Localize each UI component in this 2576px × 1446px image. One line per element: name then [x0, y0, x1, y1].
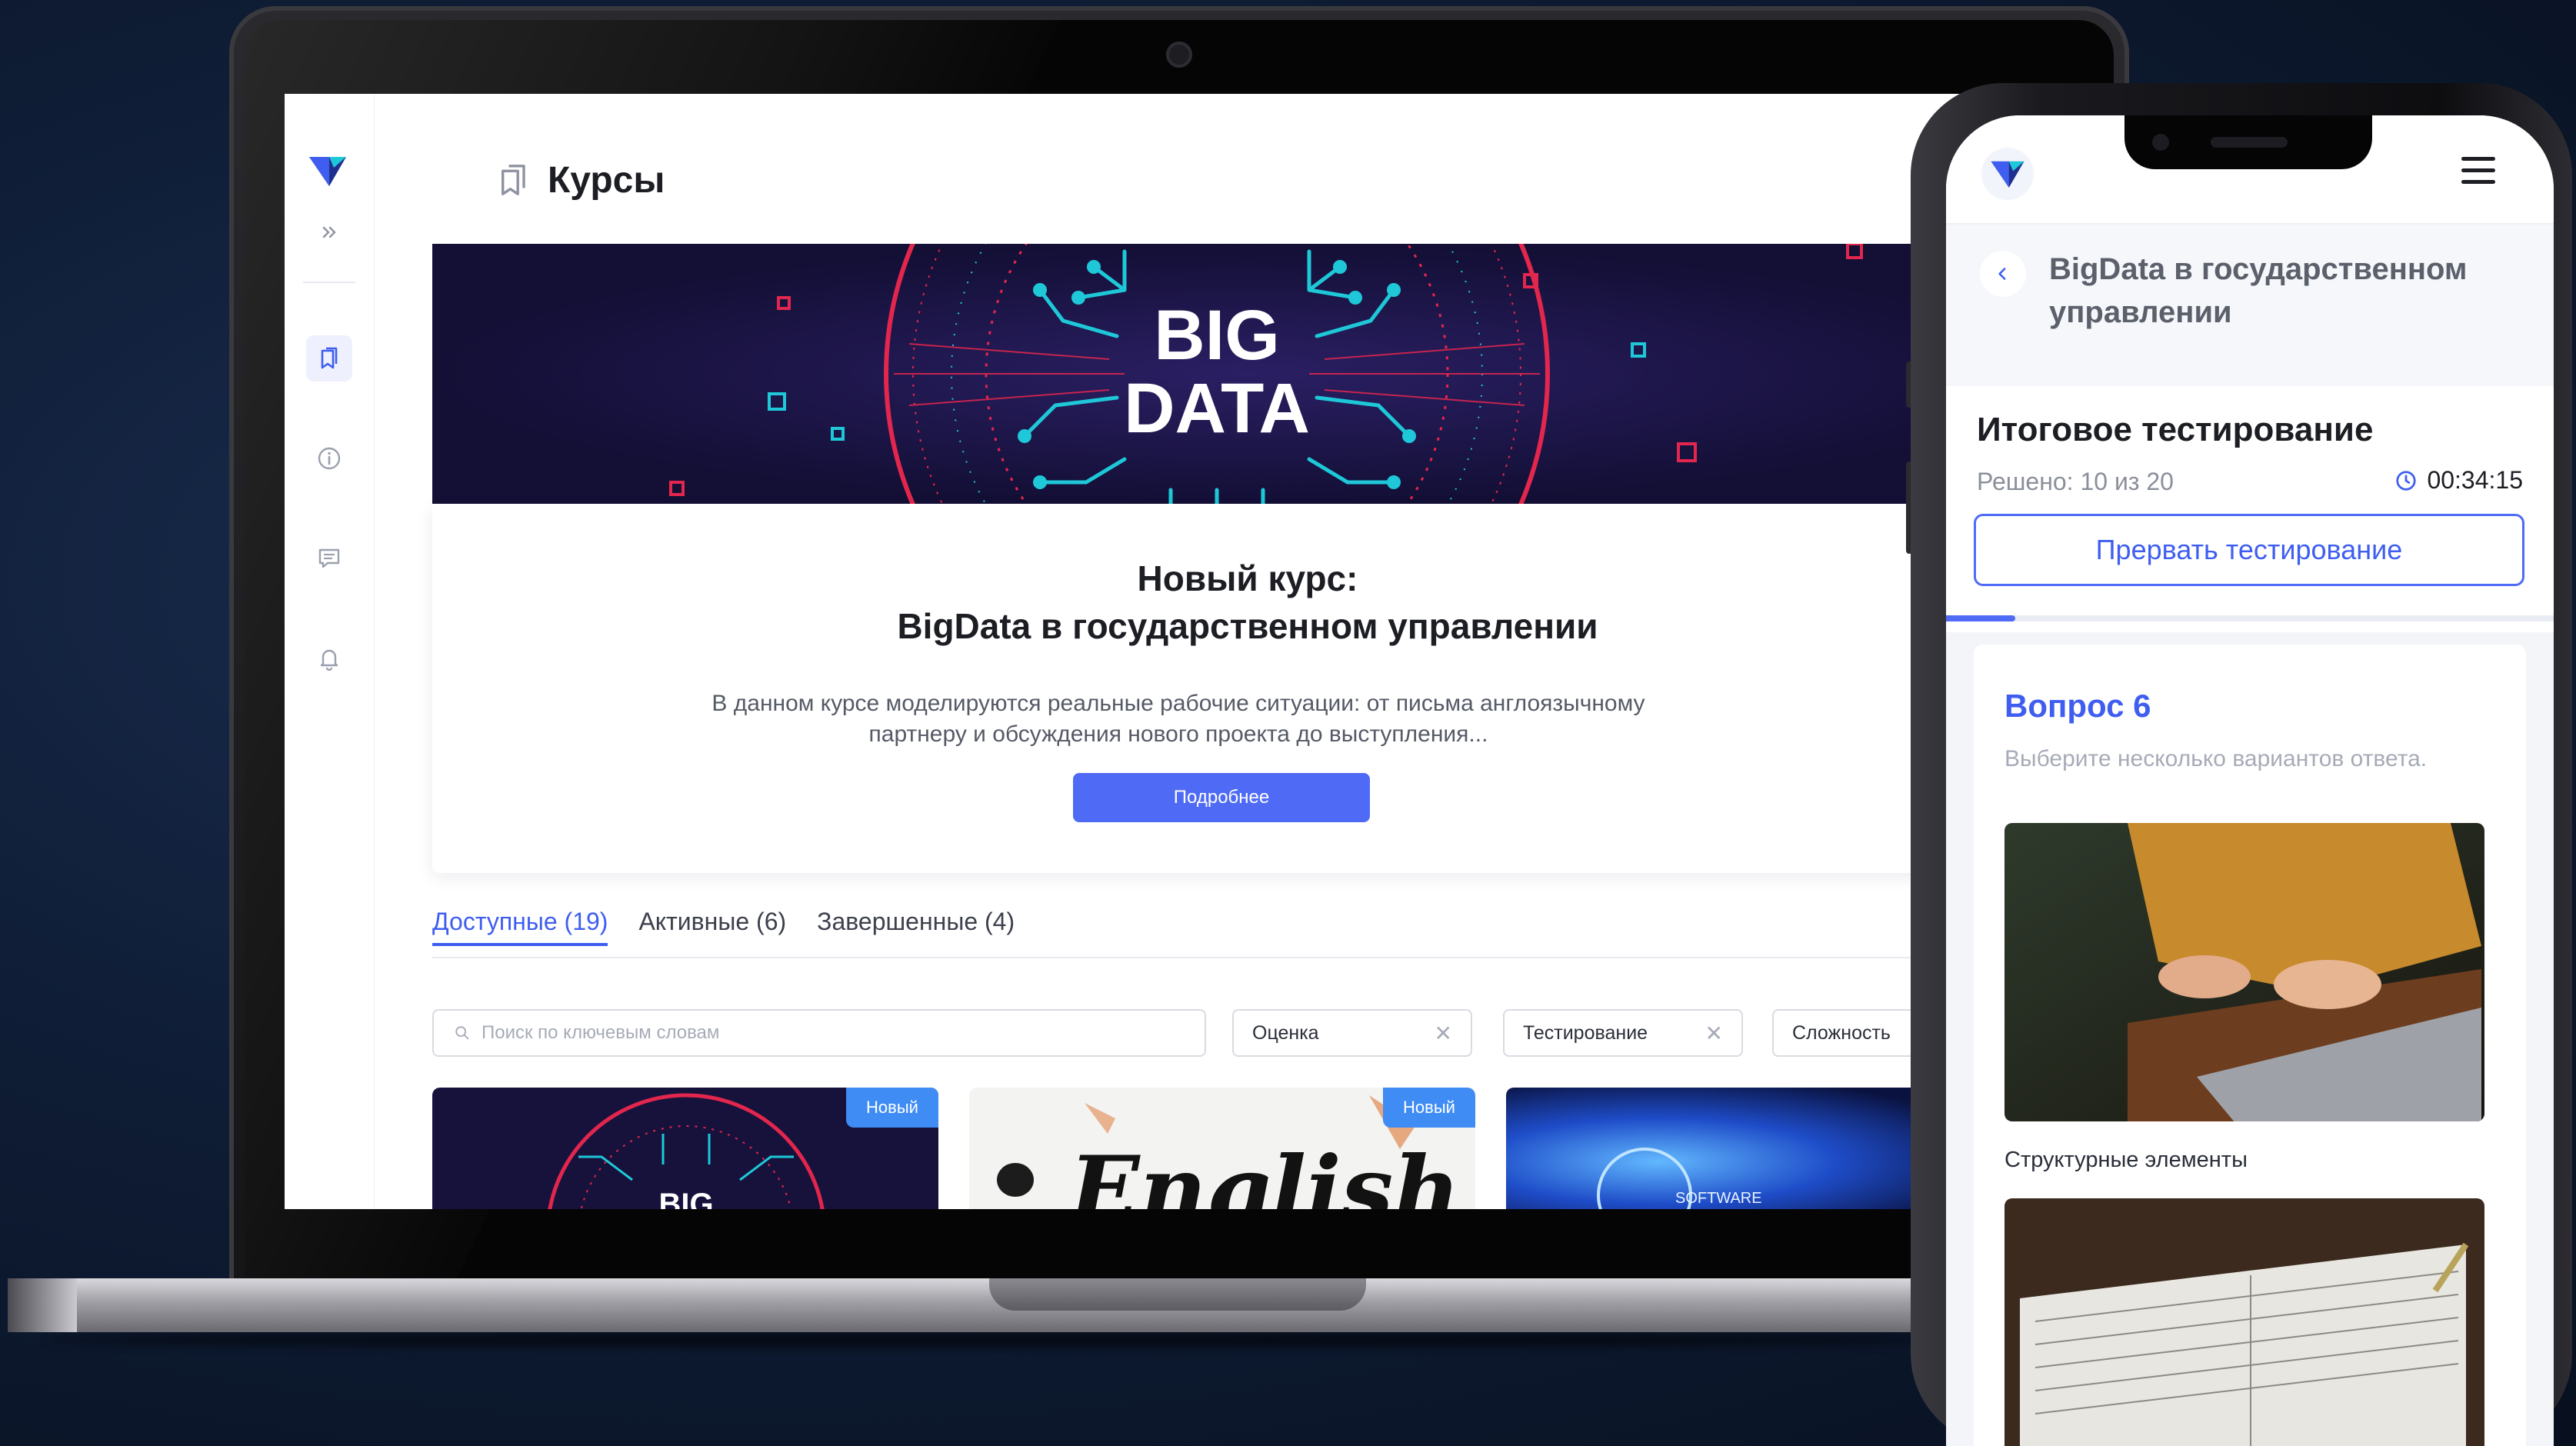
info-icon[interactable]: [306, 435, 352, 481]
search-input[interactable]: Поиск по ключевым словам: [432, 1009, 1206, 1057]
tab-completed[interactable]: Завершенные (4): [817, 908, 1015, 946]
filter-testing[interactable]: Тестирование ✕: [1503, 1009, 1743, 1057]
featured-course-card: Новый курс: BigData в государственном уп…: [432, 504, 2023, 873]
solved-count: Решено: 10 из 20: [1977, 468, 2174, 495]
clock-icon: [2396, 470, 2417, 491]
courses-icon[interactable]: [306, 335, 352, 381]
course-tabs: Доступные (19) Активные (6) Завершенные …: [432, 908, 1015, 946]
course-card-english[interactable]: English Новый: [969, 1088, 1475, 1209]
course-header: BigData в государственном управлении: [1946, 225, 2554, 386]
timer-value: 00:34:15: [2427, 466, 2523, 494]
tab-active-courses[interactable]: Активные (6): [638, 908, 786, 946]
new-badge: Новый: [846, 1088, 938, 1128]
logo-icon[interactable]: [306, 149, 349, 192]
sidebar: [285, 94, 375, 1209]
featured-title-line1: Новый курс:: [1137, 558, 1358, 598]
bell-icon[interactable]: [306, 635, 352, 681]
clear-testing-icon[interactable]: ✕: [1705, 1021, 1723, 1046]
answer-option-1[interactable]: [2004, 823, 2484, 1121]
phone-screen: BigData в государственном управлении Ито…: [1946, 115, 2554, 1446]
expand-icon[interactable]: [306, 209, 352, 255]
phone-notch: [2124, 115, 2372, 169]
sidebar-divider: [303, 282, 355, 283]
page-title: Курсы: [548, 159, 665, 201]
banner-text-data: DATA: [1124, 369, 1310, 448]
laptop-base-edge: [8, 1278, 77, 1332]
menu-icon[interactable]: [2461, 157, 2495, 184]
option-1-image: [2004, 823, 2484, 1121]
course-image-text: SOFTWARE: [1675, 1190, 1762, 1207]
filter-rating[interactable]: Оценка ✕: [1232, 1009, 1472, 1057]
page-header: Курсы: [494, 149, 665, 211]
chevron-left-icon: [1998, 268, 2006, 280]
test-panel: Итоговое тестирование Решено: 10 из 20 0…: [1946, 386, 2554, 632]
search-icon: [455, 1026, 469, 1040]
featured-desc-line1: В данном курсе моделируются реальные раб…: [711, 691, 1645, 716]
question-number: Вопрос 6: [2004, 688, 2151, 724]
courses-title-icon: [502, 165, 525, 195]
course-title: BigData в государственном управлении: [2049, 252, 2468, 329]
phone-logo-icon[interactable]: [1981, 148, 2034, 200]
test-progress-fill: [1946, 615, 2015, 621]
featured-title-line2: BigData в государственном управлении: [897, 606, 1598, 646]
course-image-text: English: [1067, 1136, 1461, 1209]
question-hint: Выберите несколько вариантов ответа.: [2004, 746, 2428, 771]
tabs-divider: [432, 957, 2023, 958]
banner-text-big: BIG: [1154, 296, 1280, 375]
filter-difficulty-label: Сложность: [1792, 1021, 1891, 1044]
webcam: [1166, 42, 1192, 68]
search-placeholder: Поиск по ключевым словам: [482, 1022, 720, 1043]
question-card: Вопрос 6 Выберите несколько вариантов от…: [1974, 645, 2526, 1446]
filter-rating-label: Оценка: [1252, 1021, 1319, 1044]
filter-testing-label: Тестирование: [1523, 1021, 1648, 1044]
laptop-screen: Курсы BIG DATA Новый курс: BigData в гос…: [285, 94, 2023, 1209]
option-1-caption: Структурные элементы: [2004, 1148, 2248, 1172]
option-2-image: [2004, 1198, 2484, 1446]
course-image-text: BIG: [658, 1188, 713, 1209]
more-button[interactable]: Подробнее: [1073, 773, 1370, 822]
test-progress: [1946, 615, 2554, 621]
featured-description: В данном курсе моделируются реальные раб…: [678, 688, 1678, 750]
timer: 00:34:15: [2394, 466, 2523, 495]
laptop-shadow: [46, 1332, 1938, 1348]
back-button[interactable]: [1980, 251, 2026, 297]
clear-rating-icon[interactable]: ✕: [1435, 1021, 1452, 1046]
course-card-bigdata[interactable]: BIG Новый: [432, 1088, 938, 1209]
bigdata-banner-art: BIG DATA: [432, 244, 2023, 504]
chat-icon[interactable]: [306, 535, 352, 581]
answer-option-2[interactable]: [2004, 1198, 2484, 1446]
stop-test-button[interactable]: Прервать тестирование: [1974, 514, 2524, 586]
test-body: Итоговое тестирование Решено: 10 из 20 0…: [1946, 386, 2554, 1446]
phone-camera: [2152, 134, 2169, 151]
tab-available[interactable]: Доступные (19): [432, 908, 608, 946]
laptop-notch: [989, 1278, 1366, 1311]
test-title: Итоговое тестирование: [1977, 411, 2374, 448]
featured-banner[interactable]: BIG DATA: [432, 244, 2023, 504]
new-badge: Новый: [1383, 1088, 1475, 1128]
phone-speaker: [2211, 137, 2288, 148]
featured-desc-line2: партнеру и обсуждения нового проекта до …: [868, 721, 1488, 747]
